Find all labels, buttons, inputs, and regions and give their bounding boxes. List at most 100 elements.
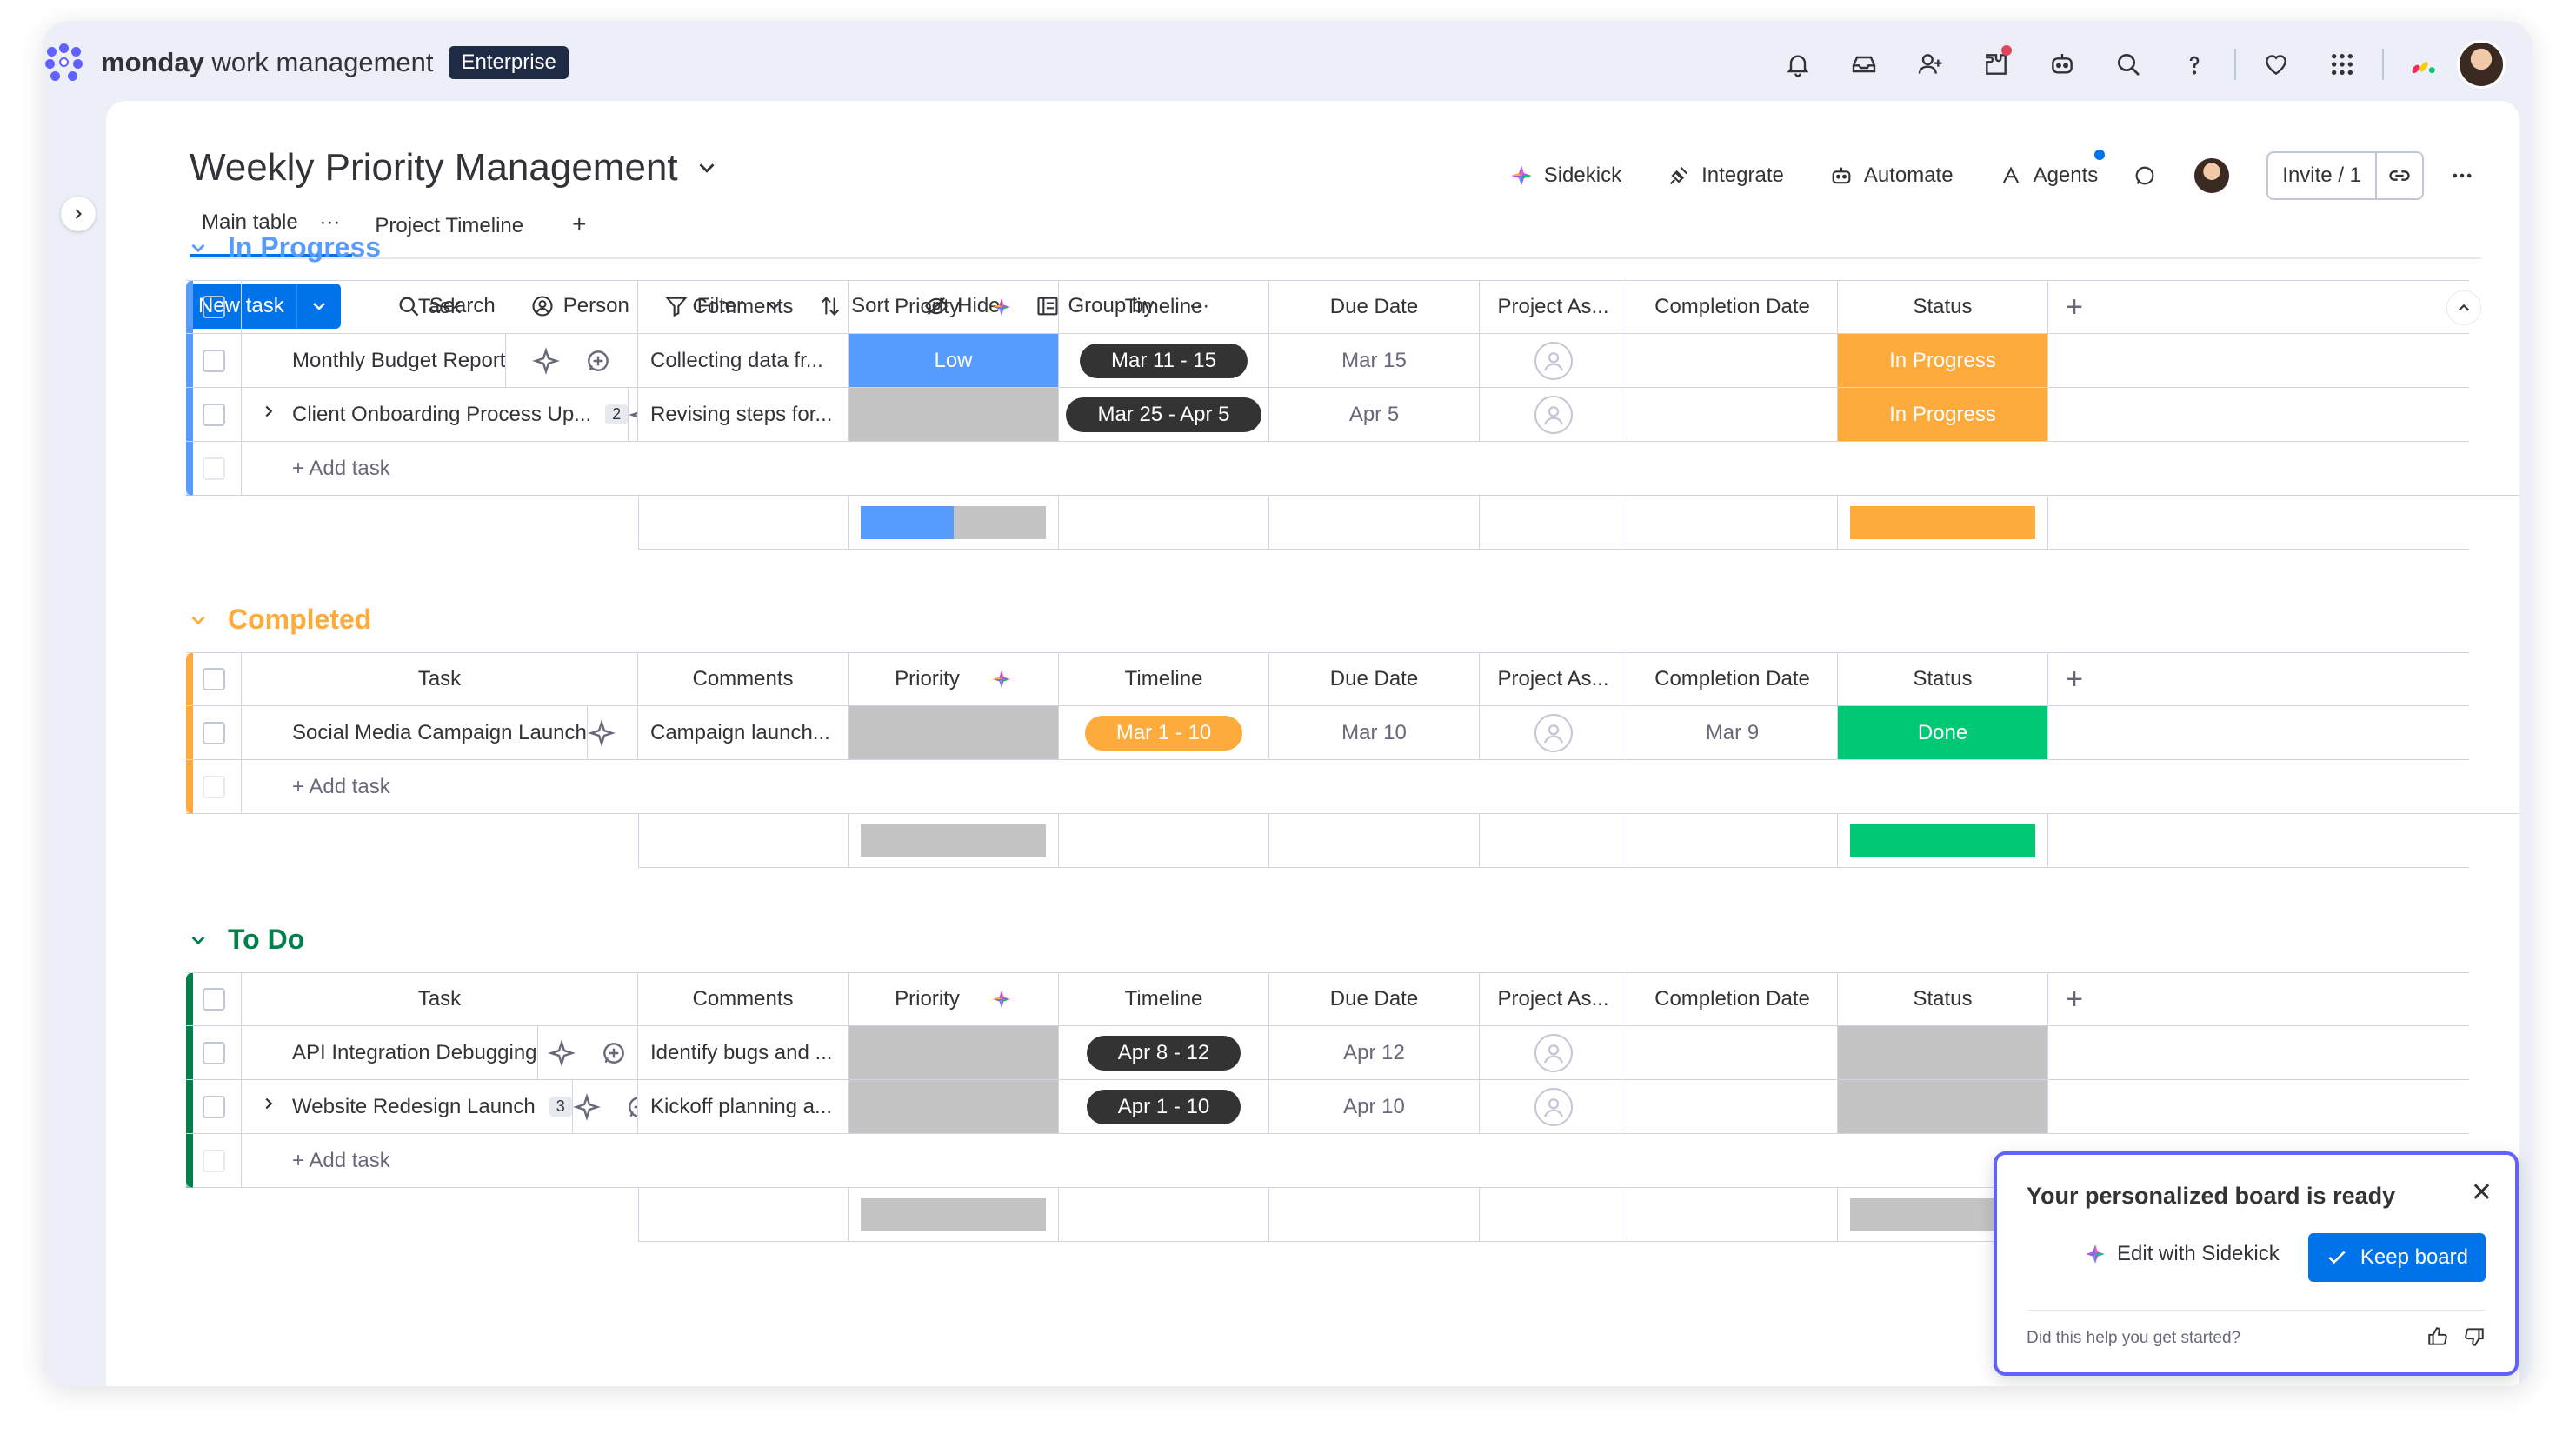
add-column-button[interactable]: + [2048, 972, 2100, 1026]
column-header-due-date[interactable]: Due Date [1269, 280, 1480, 334]
thumbs-up-icon[interactable] [2426, 1325, 2449, 1348]
add-task-label[interactable]: + Add task [242, 1149, 390, 1173]
priority-cell[interactable]: Low [849, 334, 1059, 388]
close-icon[interactable]: ✕ [2471, 1177, 2493, 1208]
project-assignee-cell[interactable] [1480, 1026, 1627, 1080]
keep-board-button[interactable]: Keep board [2307, 1233, 2486, 1282]
expand-subitems-icon[interactable] [259, 402, 278, 427]
copy-link-icon[interactable] [2377, 163, 2422, 188]
add-task-row[interactable]: + Add task [186, 442, 2519, 496]
task-cell[interactable]: Social Media Campaign Launch [242, 706, 638, 760]
select-all-checkbox[interactable] [186, 280, 242, 334]
group-title[interactable]: Completed [186, 604, 371, 636]
project-assignee-cell[interactable] [1480, 334, 1627, 388]
expand-subitems-icon[interactable] [259, 1094, 278, 1119]
add-update-icon[interactable] [584, 347, 612, 375]
task-cell[interactable]: API Integration Debugging [242, 1026, 638, 1080]
column-header-priority[interactable]: Priority [849, 280, 1059, 334]
empty-person-icon[interactable] [1534, 1087, 1573, 1126]
add-column-button[interactable]: + [2048, 652, 2100, 706]
timeline-pill[interactable]: Apr 1 - 10 [1086, 1089, 1241, 1124]
help-icon[interactable] [2161, 43, 2227, 85]
sidekick-task-icon[interactable] [531, 346, 560, 375]
chevron-down-icon[interactable] [186, 237, 210, 259]
agents-button[interactable]: Agents [1999, 150, 2106, 188]
select-all-checkbox[interactable] [186, 972, 242, 1026]
board-owner-avatar[interactable] [2192, 156, 2233, 196]
group-title[interactable]: To Do [186, 924, 304, 956]
board-menu-more-icon[interactable] [2450, 163, 2474, 188]
chevron-down-icon[interactable] [186, 609, 210, 631]
table-row[interactable]: Monthly Budget Report Collecting data fr.… [186, 334, 2469, 388]
timeline-pill[interactable]: Mar 1 - 10 [1084, 715, 1243, 751]
column-header-project-assignee[interactable]: Project As... [1480, 280, 1627, 334]
board-updates-button[interactable] [2133, 163, 2157, 188]
column-header-task[interactable]: Task [242, 280, 638, 334]
automate-button[interactable]: Automate [1829, 163, 1954, 188]
table-row[interactable]: Client Onboarding Process Up... 2 Revising… [186, 388, 2469, 442]
priority-summary-bar[interactable] [849, 1188, 1059, 1242]
task-name[interactable]: API Integration Debugging [292, 1041, 537, 1065]
task-cell[interactable]: Client Onboarding Process Up... 2 [242, 388, 638, 442]
row-checkbox[interactable] [186, 706, 242, 760]
column-header-due-date[interactable]: Due Date [1269, 652, 1480, 706]
comments-cell[interactable]: Revising steps for... [638, 388, 849, 442]
invite-members-icon[interactable] [1897, 43, 1963, 85]
timeline-cell[interactable]: Apr 1 - 10 [1059, 1080, 1269, 1134]
timeline-cell[interactable]: Apr 8 - 12 [1059, 1026, 1269, 1080]
priority-summary-bar[interactable] [849, 496, 1059, 550]
add-task-label[interactable]: + Add task [242, 457, 390, 481]
board-title[interactable]: Weekly Priority Management [190, 146, 720, 190]
column-header-project-assignee[interactable]: Project As... [1480, 972, 1627, 1026]
status-cell[interactable] [1838, 1080, 2048, 1134]
add-update-icon[interactable] [600, 1039, 628, 1067]
add-update-icon[interactable] [625, 1093, 638, 1121]
due-date-cell[interactable]: Apr 10 [1269, 1080, 1480, 1134]
edit-with-sidekick-button[interactable]: Edit with Sidekick [2084, 1242, 2280, 1266]
notifications-icon[interactable] [1765, 43, 1831, 85]
completion-date-cell[interactable] [1627, 1026, 1838, 1080]
task-name[interactable]: Social Media Campaign Launch [292, 721, 587, 745]
user-avatar[interactable] [2457, 40, 2506, 89]
completion-date-cell[interactable] [1627, 334, 1838, 388]
task-cell[interactable]: Website Redesign Launch 3 [242, 1080, 638, 1134]
column-header-status[interactable]: Status [1838, 280, 2048, 334]
add-column-button[interactable]: + [2048, 280, 2100, 334]
comments-cell[interactable]: Campaign launch... [638, 706, 849, 760]
column-header-due-date[interactable]: Due Date [1269, 972, 1480, 1026]
integrate-button[interactable]: Integrate [1667, 163, 1784, 188]
row-checkbox[interactable] [186, 388, 242, 442]
comments-cell[interactable]: Kickoff planning a... [638, 1080, 849, 1134]
sidekick-task-icon[interactable] [629, 401, 638, 429]
column-header-priority[interactable]: Priority [849, 652, 1059, 706]
sidekick-task-icon[interactable] [547, 1038, 576, 1067]
add-task-label[interactable]: + Add task [242, 775, 390, 799]
timeline-pill[interactable]: Apr 8 - 12 [1086, 1035, 1241, 1071]
empty-person-icon[interactable] [1534, 395, 1573, 434]
completion-date-cell[interactable] [1627, 388, 1838, 442]
timeline-pill[interactable]: Mar 25 - Apr 5 [1066, 397, 1261, 432]
task-cell[interactable]: Monthly Budget Report [242, 334, 638, 388]
add-task-row[interactable]: + Add task [186, 760, 2519, 814]
completion-date-cell[interactable] [1627, 1080, 1838, 1134]
empty-person-icon[interactable] [1534, 341, 1573, 380]
table-row[interactable]: Social Media Campaign Launch Campaign lau… [186, 706, 2469, 760]
ai-assistant-icon[interactable] [2029, 43, 2095, 85]
column-header-timeline[interactable]: Timeline [1059, 652, 1269, 706]
timeline-cell[interactable]: Mar 11 - 15 [1059, 334, 1269, 388]
comments-cell[interactable]: Collecting data fr... [638, 334, 849, 388]
subitems-count-badge[interactable]: 2 [605, 404, 629, 424]
group-title[interactable]: In Progress [186, 231, 381, 264]
column-header-task[interactable]: Task [242, 972, 638, 1026]
timeline-pill[interactable]: Mar 11 - 15 [1080, 343, 1248, 378]
column-header-priority[interactable]: Priority [849, 972, 1059, 1026]
status-cell[interactable] [1838, 1026, 2048, 1080]
timeline-cell[interactable]: Mar 1 - 10 [1059, 706, 1269, 760]
column-header-status[interactable]: Status [1838, 652, 2048, 706]
comments-cell[interactable]: Identify bugs and ... [638, 1026, 849, 1080]
project-assignee-cell[interactable] [1480, 388, 1627, 442]
invite-button[interactable]: Invite / 1 [2266, 151, 2424, 200]
column-header-comments[interactable]: Comments [638, 280, 849, 334]
task-name[interactable]: Client Onboarding Process Up... [292, 403, 591, 427]
apps-marketplace-icon[interactable] [1963, 43, 2029, 85]
